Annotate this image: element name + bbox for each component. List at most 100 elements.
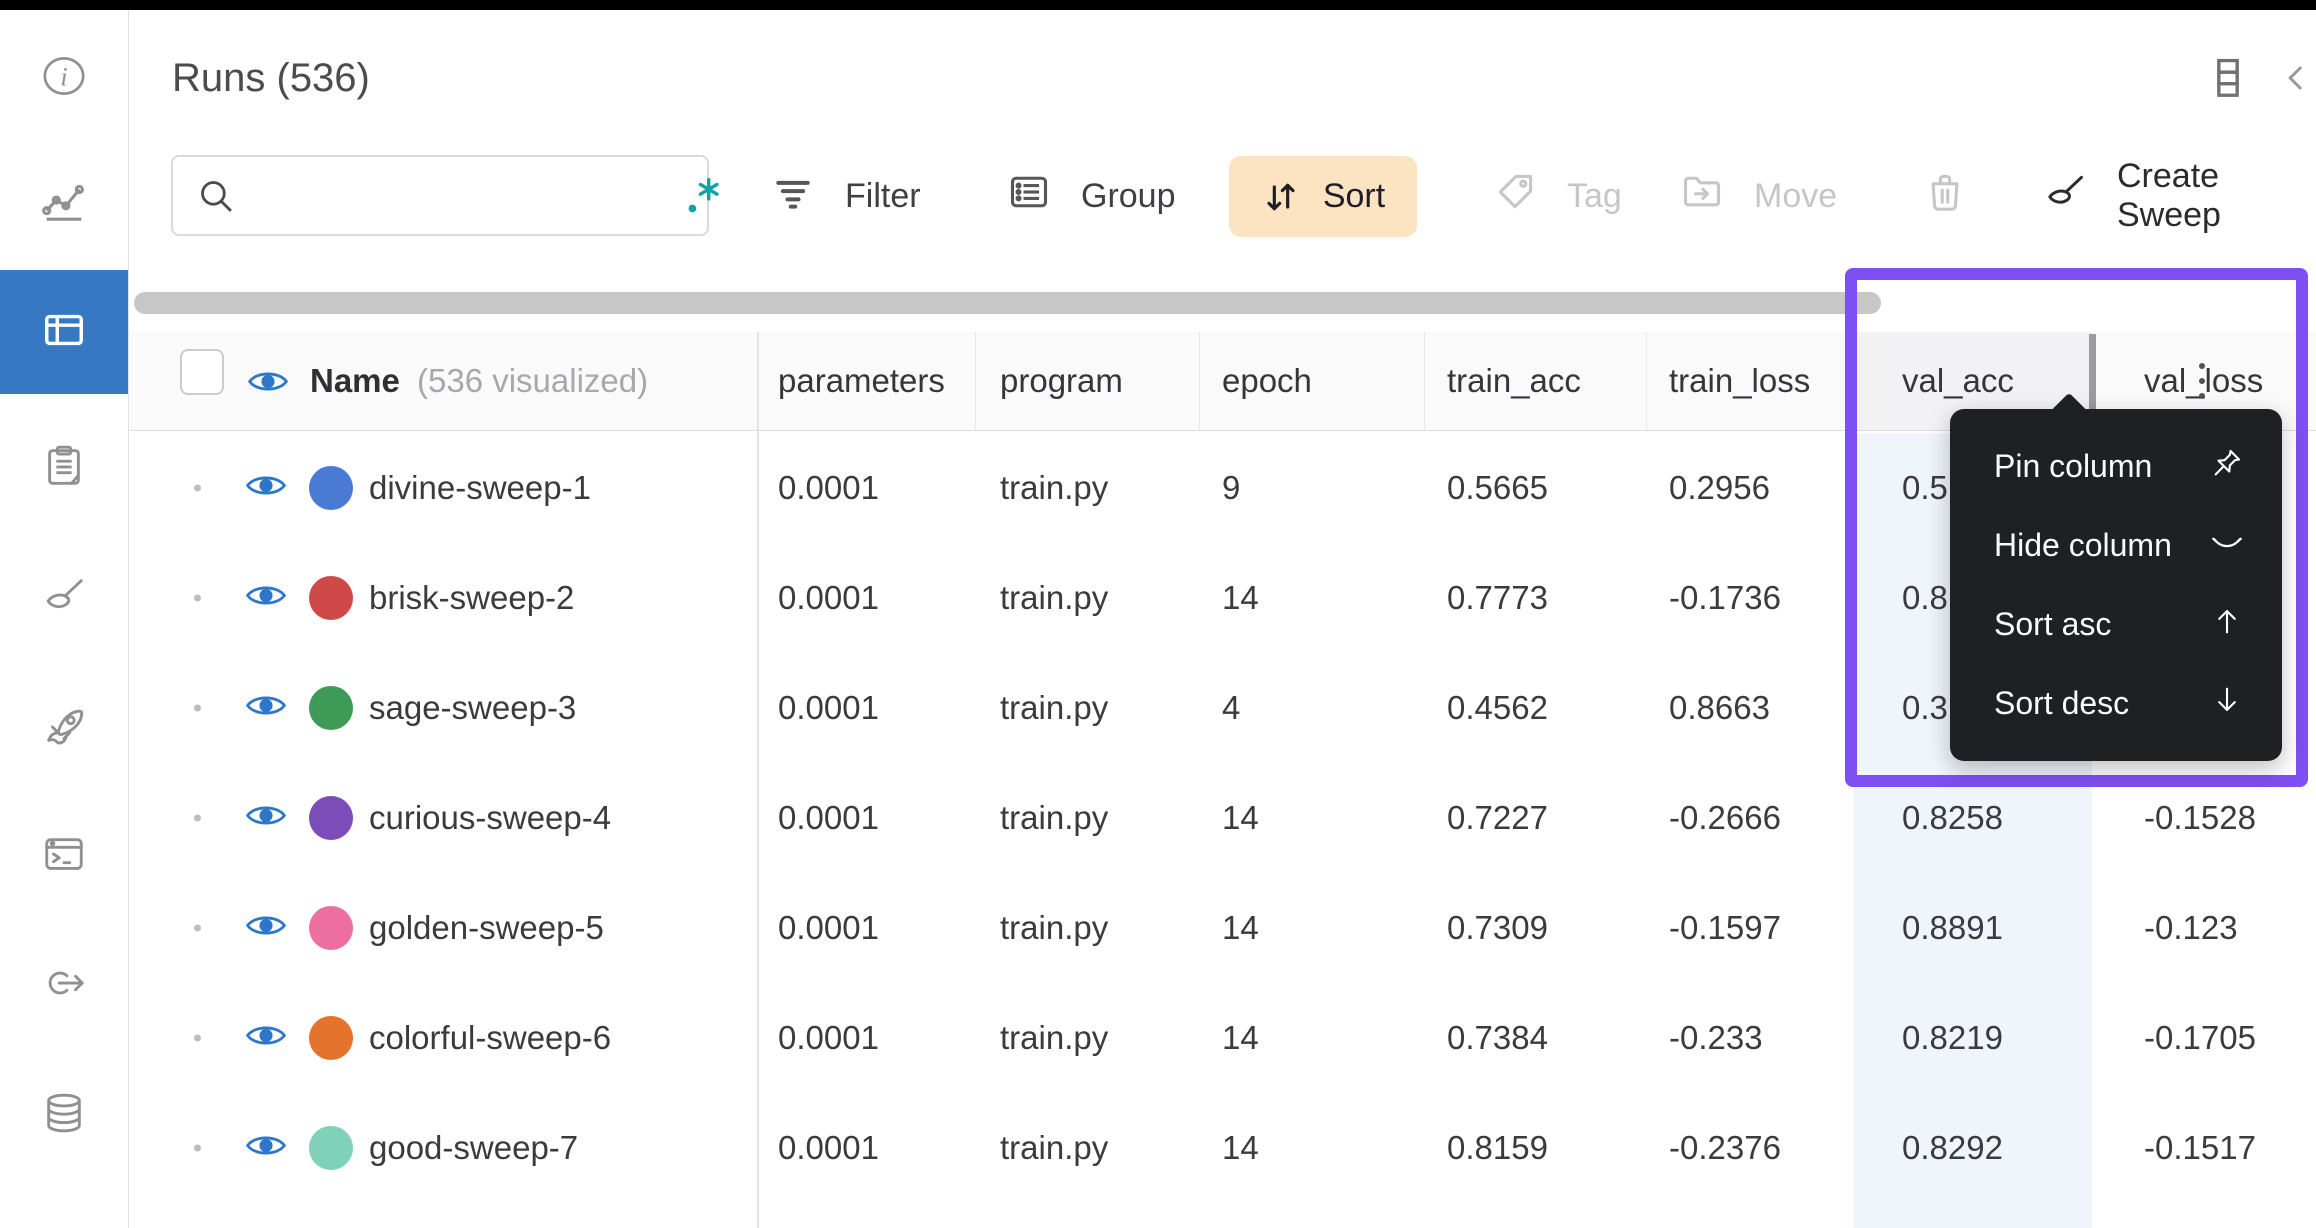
trash-icon [1923,170,1967,223]
visualize-run-eye-icon[interactable] [245,1021,287,1055]
menu-item-sort-asc[interactable]: Sort asc [1950,585,2282,664]
cell-val-acc: 0.8292 [1902,1129,2003,1166]
run-name[interactable]: curious-sweep-4 [369,799,611,837]
cell-val-acc: 0.8219 [1902,1019,2003,1056]
wandb-runs-page: i Runs (536) Filter Group Sort Tag Move … [0,0,2316,1228]
menu-item-pin-column[interactable]: Pin column [1950,427,2282,506]
cell-train-loss: -0.1736 [1669,579,1781,616]
run-name[interactable]: sage-sweep-3 [369,689,576,727]
table-row[interactable]: colorful-sweep-6 0.0001 train.py 14 0.73… [0,983,2316,1093]
create-sweep-button[interactable]: Create Sweep [2043,155,2316,237]
cell-train-loss: -0.233 [1669,1019,1763,1056]
column-header-epoch[interactable]: epoch [1222,332,1312,430]
visualize-run-eye-icon[interactable] [245,581,287,615]
group-label: Group [1081,176,1176,215]
visualize-run-eye-icon[interactable] [245,691,287,725]
header-divider [975,332,976,430]
run-name[interactable]: golden-sweep-5 [369,909,604,947]
run-color-dot [309,796,353,840]
header-divider [1424,332,1425,430]
row-drag-dot-icon [194,704,201,712]
visualize-run-eye-icon[interactable] [245,801,287,835]
select-all-checkbox[interactable] [180,349,224,395]
run-name[interactable]: good-sweep-7 [369,1129,578,1167]
column-header-train-acc[interactable]: train_acc [1447,332,1581,430]
cell-epoch: 4 [1222,689,1241,726]
column-header-program[interactable]: program [1000,332,1123,430]
cell-train-loss: 0.2956 [1669,469,1770,506]
tag-icon [1493,170,1537,223]
sort-arrows-icon [1261,177,1301,217]
row-drag-dot-icon [194,814,201,822]
move-button[interactable]: Move [1680,155,1837,237]
sidebar-item-runs-table[interactable] [0,309,128,355]
table-row[interactable]: good-sweep-7 0.0001 train.py 14 0.8159 -… [0,1093,2316,1203]
run-name[interactable]: brisk-sweep-2 [369,579,574,617]
sort-button[interactable]: Sort [1229,156,1417,237]
cell-train-acc: 0.7384 [1447,1019,1548,1056]
column-header-name[interactable]: Name [310,332,400,430]
table-row[interactable]: golden-sweep-5 0.0001 train.py 14 0.7309… [0,873,2316,983]
cell-epoch: 14 [1222,1129,1259,1166]
search-input[interactable] [255,176,679,215]
cell-parameters: 0.0001 [778,579,879,616]
line-chart-icon [41,178,87,229]
folder-arrow-icon [1680,170,1724,223]
run-name[interactable]: divine-sweep-1 [369,469,591,507]
run-name[interactable]: colorful-sweep-6 [369,1019,611,1057]
row-drag-dot-icon [194,924,201,932]
magnifier-icon [195,175,237,217]
cell-train-loss: -0.2376 [1669,1129,1781,1166]
menu-item-label: Pin column [1994,448,2153,484]
menu-item-label: Sort desc [1994,685,2130,721]
cell-val-acc: 0.3 [1902,689,1948,726]
search-box [171,155,719,236]
visualize-all-eye-icon[interactable] [247,332,289,430]
cell-train-acc: 0.7773 [1447,579,1548,616]
tag-label: Tag [1567,176,1622,215]
filter-button[interactable]: Filter [771,155,921,237]
cell-val-acc: 0.5 [1902,469,1948,506]
sidebar-item-workspace[interactable] [0,180,128,226]
column-header-parameters[interactable]: parameters [778,332,945,430]
tag-button[interactable]: Tag [1493,155,1622,237]
window-top-edge [0,0,2316,10]
svg-text:i: i [60,61,67,91]
sidebar-active-highlight [0,270,128,394]
cell-program: train.py [1000,469,1109,506]
horizontal-scrollbar-thumb[interactable] [134,292,1881,314]
row-drag-dot-icon [194,1034,201,1042]
cell-train-acc: 0.7309 [1447,909,1548,946]
cell-val-loss: -0.1705 [2144,1019,2256,1056]
table-row[interactable]: curious-sweep-4 0.0001 train.py 14 0.722… [0,763,2316,873]
group-button[interactable]: Group [1007,155,1176,237]
cell-train-acc: 0.7227 [1447,799,1548,836]
regex-dot-asterisk-icon[interactable] [679,173,725,219]
menu-item-sort-desc[interactable]: Sort desc [1950,664,2282,743]
page-title: Runs (536) [172,56,370,100]
cell-program: train.py [1000,909,1109,946]
cell-parameters: 0.0001 [778,799,879,836]
header-divider [1851,332,1852,430]
cell-train-acc: 0.5665 [1447,469,1548,506]
visualize-run-eye-icon[interactable] [245,911,287,945]
cell-epoch: 14 [1222,1019,1259,1056]
column-header-train-loss[interactable]: train_loss [1669,332,1810,430]
chevron-left-icon[interactable] [2276,58,2316,103]
cell-val-loss: -0.1528 [2144,799,2256,836]
pin-icon [2210,446,2244,488]
cell-parameters: 0.0001 [778,1129,879,1166]
visualize-run-eye-icon[interactable] [245,1131,287,1165]
delete-button[interactable] [1923,155,1967,237]
eye-closed-icon [2210,525,2244,567]
name-header-subtitle: (536 visualized) [417,362,649,399]
create-sweep-label: Create Sweep [2117,157,2221,234]
table-icon [41,307,87,358]
menu-item-hide-column[interactable]: Hide column [1950,506,2282,585]
stacked-rows-icon[interactable] [2206,56,2250,105]
visualize-run-eye-icon[interactable] [245,471,287,505]
val-acc-column-menu-kebab-icon[interactable] [2188,356,2216,406]
cell-val-acc: 0.8 [1902,579,1948,616]
cell-epoch: 14 [1222,909,1259,946]
sidebar-item-info[interactable]: i [0,55,128,101]
